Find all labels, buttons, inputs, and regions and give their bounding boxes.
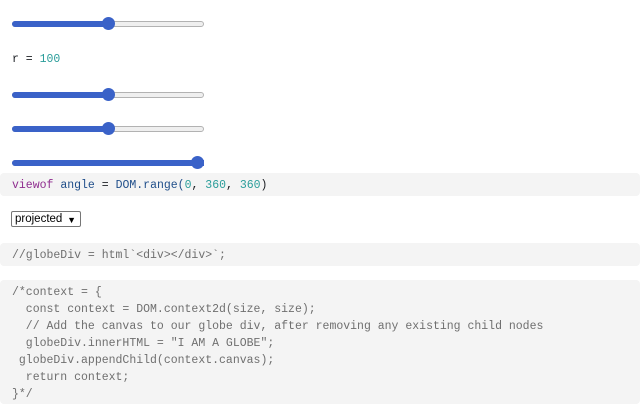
r-label: r — [12, 53, 19, 66]
context-code-line: // Add the canvas to our globe div, afte… — [12, 320, 544, 333]
range-call: DOM.range( — [115, 179, 185, 192]
chevron-down-icon: ▼ — [67, 215, 76, 225]
keyword-viewof: viewof — [12, 179, 54, 192]
slider-fill — [12, 92, 108, 98]
arg-max: 360 — [205, 179, 227, 192]
arg-value: 360 — [239, 179, 261, 192]
slider-thumb[interactable] — [102, 17, 115, 30]
projection-select[interactable]: projected ▼ — [11, 211, 81, 227]
slider-thumb[interactable] — [102, 122, 115, 135]
slider-fill — [12, 126, 108, 132]
context-code-line: return context; — [12, 371, 130, 384]
range-slider-1[interactable] — [12, 17, 204, 31]
context-code-cell[interactable]: /*context = { const context = DOM.contex… — [0, 280, 640, 404]
context-code-line: globeDiv.innerHTML = "I AM A GLOBE"; — [12, 337, 275, 350]
slider-thumb[interactable] — [191, 156, 204, 169]
context-code-line: /*context = { — [12, 286, 102, 299]
slider-thumb[interactable] — [102, 88, 115, 101]
variable-angle: angle — [60, 179, 95, 192]
arg-separator: , — [226, 179, 240, 192]
context-code-line: globeDiv.appendChild(context.canvas); — [12, 354, 275, 367]
context-code-line: const context = DOM.context2d(size, size… — [12, 303, 316, 316]
r-output: r = 100 — [12, 53, 60, 67]
r-value: 100 — [39, 53, 61, 66]
angle-code-cell[interactable]: viewof angle = DOM.range(0, 360, 360) — [0, 173, 640, 196]
context-code-line: }*/ — [12, 388, 33, 401]
arg-separator: , — [191, 179, 206, 192]
globe-div-code-cell[interactable]: //globeDiv = html`<div></div>`; — [0, 243, 640, 266]
r-equals: = — [18, 53, 40, 66]
range-slider-3[interactable] — [12, 122, 204, 136]
slider-fill — [12, 21, 108, 27]
slider-fill — [12, 160, 204, 166]
angle-code-line: viewof angle = DOM.range(0, 360, 360) — [12, 177, 640, 194]
globe-div-comment-line: //globeDiv = html`<div></div>`; — [12, 249, 226, 262]
range-slider-2[interactable] — [12, 88, 204, 102]
equals-sign: = — [94, 179, 116, 192]
range-slider-4[interactable] — [12, 156, 204, 170]
projection-select-value: projected — [15, 213, 63, 225]
close-paren: ) — [260, 179, 268, 192]
